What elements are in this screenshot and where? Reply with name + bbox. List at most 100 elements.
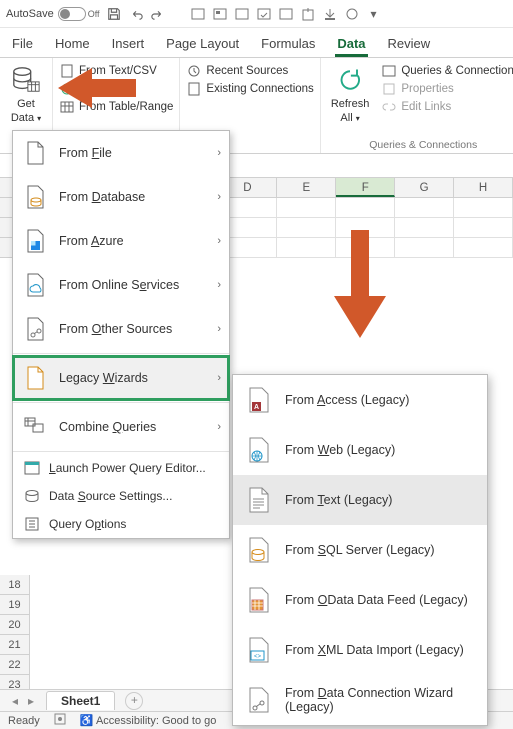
chevron-right-icon: › bbox=[217, 421, 221, 433]
save-icon[interactable] bbox=[106, 6, 122, 22]
row-head-18[interactable]: 18 bbox=[0, 575, 30, 595]
edit-links-button: Edit Links bbox=[381, 98, 513, 116]
get-data-button[interactable]: Get Data ▾ bbox=[6, 62, 46, 126]
tab-formulas[interactable]: Formulas bbox=[259, 32, 317, 57]
qat-icon-7[interactable] bbox=[322, 6, 338, 22]
tab-insert[interactable]: Insert bbox=[110, 32, 147, 57]
azure-icon bbox=[23, 228, 49, 254]
web-legacy-icon bbox=[245, 436, 273, 464]
qat-icon-6[interactable] bbox=[300, 6, 316, 22]
tab-home[interactable]: Home bbox=[53, 32, 92, 57]
tab-file[interactable]: File bbox=[10, 32, 35, 57]
menu-from-database[interactable]: From Database› bbox=[13, 175, 229, 219]
col-head-f[interactable]: F bbox=[336, 178, 395, 197]
properties-button: Properties bbox=[381, 80, 513, 98]
pqe-icon bbox=[23, 459, 41, 477]
sheet-tab-1[interactable]: Sheet1 bbox=[46, 691, 115, 710]
undo-icon[interactable] bbox=[128, 6, 144, 22]
chevron-right-icon: › bbox=[217, 147, 221, 159]
row-head-22[interactable]: 22 bbox=[0, 655, 30, 675]
autosave-control[interactable]: AutoSave Off bbox=[6, 7, 100, 21]
submenu-from-sql[interactable]: From SQL Server (Legacy) bbox=[233, 525, 487, 575]
macro-record-icon[interactable] bbox=[54, 713, 66, 728]
qat-icon-1[interactable] bbox=[190, 6, 206, 22]
odata-icon bbox=[245, 586, 273, 614]
existing-connections-button[interactable]: Existing Connections bbox=[186, 80, 313, 98]
accessibility-status[interactable]: ♿ Accessibility: Good to go bbox=[80, 714, 217, 727]
database-icon bbox=[10, 64, 42, 96]
tab-review[interactable]: Review bbox=[386, 32, 433, 57]
submenu-from-text[interactable]: From Text (Legacy) bbox=[233, 475, 487, 525]
recent-sources-button[interactable]: Recent Sources bbox=[186, 62, 313, 80]
recent-icon bbox=[186, 63, 202, 79]
refresh-all-button[interactable]: Refresh All ▾ bbox=[327, 62, 374, 126]
title-bar: AutoSave Off ▾ bbox=[0, 0, 513, 28]
menu-query-options[interactable]: Query Options bbox=[13, 510, 229, 538]
autosave-label: AutoSave bbox=[6, 8, 54, 20]
queries-connections-button[interactable]: Queries & Connections bbox=[381, 62, 513, 80]
autosave-state: Off bbox=[88, 9, 100, 19]
tab-data[interactable]: Data bbox=[335, 32, 367, 57]
get-data-label2: Data ▾ bbox=[11, 112, 41, 124]
qat-icon-8[interactable] bbox=[344, 6, 360, 22]
tab-page-layout[interactable]: Page Layout bbox=[164, 32, 241, 57]
dcw-icon bbox=[245, 686, 273, 714]
settings-icon bbox=[23, 487, 41, 505]
qat-icon-4[interactable] bbox=[256, 6, 272, 22]
sql-icon bbox=[245, 536, 273, 564]
row-head-21[interactable]: 21 bbox=[0, 635, 30, 655]
cloud-icon bbox=[23, 272, 49, 298]
submenu-from-access[interactable]: A From Access (Legacy) bbox=[233, 375, 487, 425]
qat-icon-2[interactable] bbox=[212, 6, 228, 22]
group-title-queries: Queries & Connections bbox=[327, 139, 513, 151]
menu-data-source-settings[interactable]: Data Source Settings... bbox=[13, 482, 229, 510]
chevron-right-icon: › bbox=[217, 323, 221, 335]
annotation-arrow-left bbox=[58, 62, 138, 114]
database-file-icon bbox=[23, 184, 49, 210]
row-head-20[interactable]: 20 bbox=[0, 615, 30, 635]
menu-from-other-sources[interactable]: From Other Sources› bbox=[13, 307, 229, 351]
xml-icon: <> bbox=[245, 636, 273, 664]
col-head-h[interactable]: H bbox=[454, 178, 513, 197]
menu-legacy-wizards[interactable]: Legacy Wizards› bbox=[13, 356, 229, 400]
qat-customize-icon[interactable]: ▾ bbox=[366, 6, 382, 22]
file-icon bbox=[23, 140, 49, 166]
chevron-right-icon: › bbox=[217, 279, 221, 291]
menu-launch-pqe[interactable]: Launch Power Query Editor... bbox=[13, 454, 229, 482]
legacy-wizards-submenu: A From Access (Legacy) From Web (Legacy)… bbox=[232, 374, 488, 726]
chevron-right-icon: › bbox=[217, 372, 221, 384]
get-data-label1: Get bbox=[17, 98, 35, 110]
submenu-from-xml[interactable]: <> From XML Data Import (Legacy) bbox=[233, 625, 487, 675]
add-sheet-button[interactable]: + bbox=[125, 692, 143, 710]
combine-icon bbox=[23, 414, 49, 440]
options-icon bbox=[23, 515, 41, 533]
queries-icon bbox=[381, 63, 397, 79]
links-icon bbox=[381, 99, 397, 115]
qat-icon-5[interactable] bbox=[278, 6, 294, 22]
chevron-right-icon: › bbox=[217, 191, 221, 203]
qat-icon-3[interactable] bbox=[234, 6, 250, 22]
connections-icon bbox=[186, 81, 202, 97]
autosave-toggle[interactable] bbox=[58, 7, 86, 21]
ribbon-tabs: File Home Insert Page Layout Formulas Da… bbox=[0, 28, 513, 58]
properties-icon bbox=[381, 81, 397, 97]
sheet-nav-prev[interactable]: ◂ bbox=[8, 694, 22, 708]
sheet-nav-next[interactable]: ▸ bbox=[24, 694, 38, 708]
submenu-from-dcw[interactable]: From Data Connection Wizard (Legacy) bbox=[233, 675, 487, 725]
menu-from-file[interactable]: From File› bbox=[13, 131, 229, 175]
svg-text:A: A bbox=[254, 404, 259, 411]
col-head-e[interactable]: E bbox=[277, 178, 336, 197]
row-head-19[interactable]: 19 bbox=[0, 595, 30, 615]
refresh-icon bbox=[334, 64, 366, 96]
menu-combine-queries[interactable]: Combine Queries› bbox=[13, 405, 229, 449]
text-legacy-icon bbox=[245, 486, 273, 514]
get-data-dropdown: From File› From Database› From Azure› Fr… bbox=[12, 130, 230, 539]
submenu-from-odata[interactable]: From OData Data Feed (Legacy) bbox=[233, 575, 487, 625]
menu-from-online-services[interactable]: From Online Services› bbox=[13, 263, 229, 307]
col-head-g[interactable]: G bbox=[395, 178, 454, 197]
access-icon: A bbox=[245, 386, 273, 414]
redo-icon[interactable] bbox=[150, 6, 166, 22]
annotation-arrow-down bbox=[330, 230, 390, 340]
menu-from-azure[interactable]: From Azure› bbox=[13, 219, 229, 263]
submenu-from-web[interactable]: From Web (Legacy) bbox=[233, 425, 487, 475]
